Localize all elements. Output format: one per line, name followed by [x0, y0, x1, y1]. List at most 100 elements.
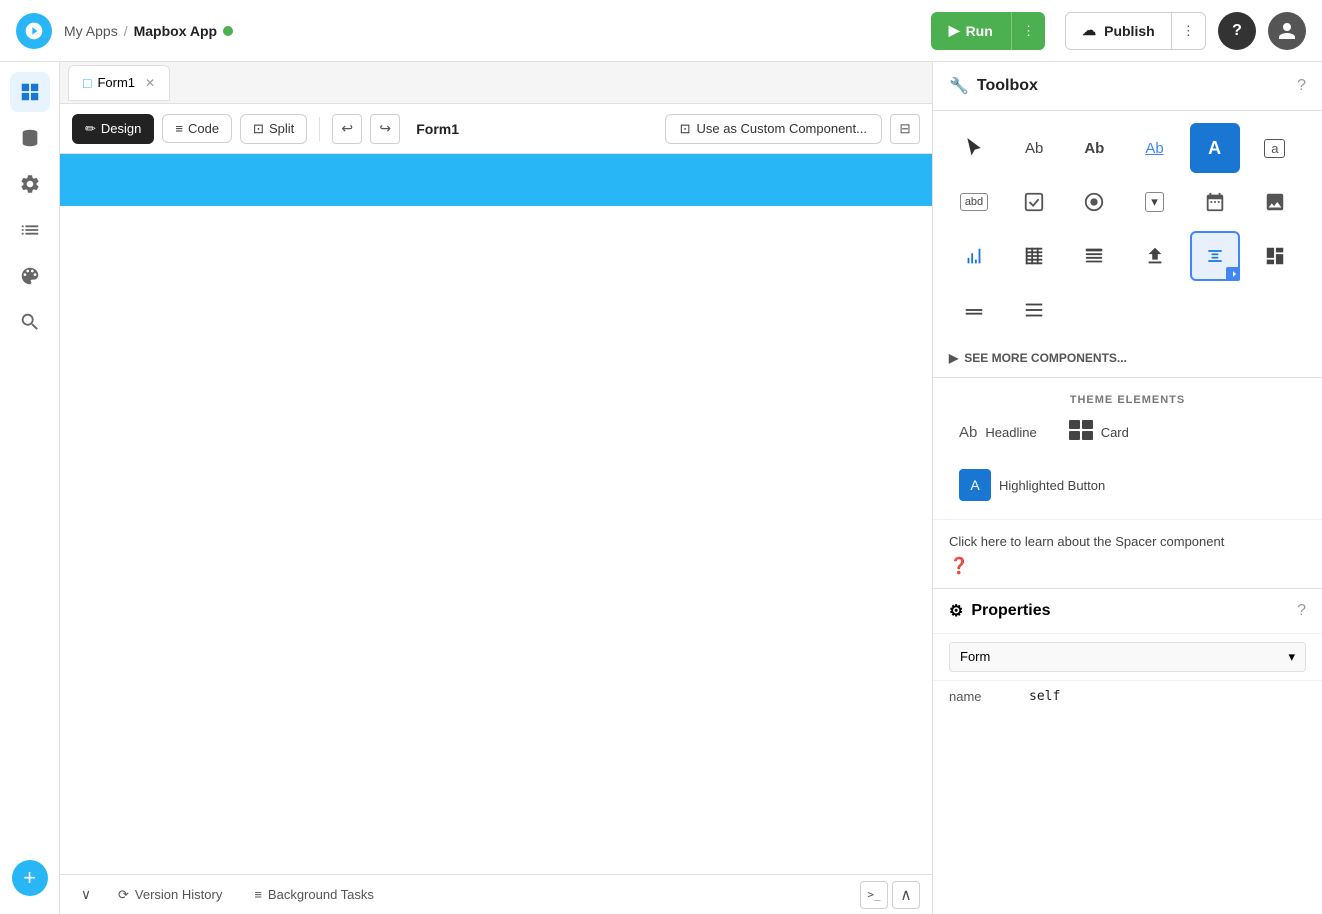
component-grid: Ab Ab Ab A a abd [933, 111, 1322, 347]
code-label: Code [188, 121, 219, 136]
form-selector-chevron: ▾ [1288, 649, 1295, 665]
sidebar-item-settings[interactable] [10, 164, 50, 204]
canvas-area[interactable] [60, 154, 932, 874]
component-text-link[interactable]: Ab [1130, 123, 1180, 173]
user-button[interactable] [1268, 12, 1306, 50]
component-spacer[interactable] [1190, 231, 1240, 281]
component-footer1[interactable] [949, 285, 999, 335]
component-text-bold[interactable]: Ab [1069, 123, 1119, 173]
component-dashboard[interactable] [1250, 231, 1300, 281]
name-property-label: name [949, 689, 1029, 704]
sidebar-item-database[interactable] [10, 118, 50, 158]
split-mode-button[interactable]: ⊡ Split [240, 114, 307, 144]
component-input[interactable]: abd [949, 177, 999, 227]
form-selector-label: Form [960, 649, 990, 664]
component-upload[interactable] [1130, 231, 1180, 281]
run-more-button[interactable]: ⋮ [1011, 12, 1045, 50]
sidebar-item-list[interactable] [10, 210, 50, 250]
wrench-icon: 🔧 [949, 76, 969, 96]
component-table-grid[interactable] [1009, 231, 1059, 281]
run-button[interactable]: ▶ Run [931, 12, 1011, 50]
split-label: Split [269, 121, 294, 136]
version-history-label: Version History [135, 887, 222, 902]
help-button[interactable]: ? [1218, 12, 1256, 50]
properties-help-icon[interactable]: ? [1297, 602, 1306, 620]
tab-form1[interactable]: □ Form1 ✕ [68, 65, 170, 101]
component-cursor[interactable] [949, 123, 999, 173]
canvas-blue-bar [60, 154, 932, 206]
highlighted-button-icon: A [959, 469, 991, 501]
undo-button[interactable]: ↩ [332, 114, 362, 144]
sidebar-item-theme[interactable] [10, 256, 50, 296]
toolbox-title: 🔧 Toolbox [949, 76, 1038, 96]
see-more-label: SEE MORE COMPONENTS... [964, 351, 1127, 365]
top-nav: My Apps / Mapbox App ▶ Run ⋮ ☁ Publish ⋮… [0, 0, 1322, 62]
add-button[interactable]: + [12, 860, 48, 896]
tab-close-icon[interactable]: ✕ [145, 76, 155, 90]
custom-component-label: Use as Custom Component... [696, 121, 867, 136]
component-table-list[interactable] [1069, 231, 1119, 281]
publish-button[interactable]: ☁ Publish [1065, 12, 1172, 50]
run-play-icon: ▶ [949, 22, 960, 39]
redo-button[interactable]: ↪ [370, 114, 400, 144]
info-section: Click here to learn about the Spacer com… [933, 519, 1322, 588]
properties-header: ⚙ Properties ? [933, 588, 1322, 633]
theme-item-highlighted-button[interactable]: A Highlighted Button [949, 463, 1115, 507]
sidebar-item-search[interactable] [10, 302, 50, 342]
toolbox-help-icon[interactable]: ? [1297, 77, 1306, 95]
tab-form1-label: Form1 [97, 75, 135, 90]
publish-more-button[interactable]: ⋮ [1172, 12, 1206, 50]
right-panel: 🔧 Toolbox ? Ab Ab Ab A [932, 62, 1322, 914]
main-layout: + □ Form1 ✕ ✏ Design ≡ Code ⊡ Split [0, 62, 1322, 914]
theme-section: THEME ELEMENTS Ab Headline Card A Highli… [933, 377, 1322, 519]
expand-button[interactable]: ∧ [892, 881, 920, 909]
headline-label: Headline [985, 425, 1036, 440]
toolbox-title-text: Toolbox [977, 77, 1038, 95]
version-history-tab[interactable]: ⟳ Version History [104, 881, 236, 909]
publish-button-group: ☁ Publish ⋮ [1065, 12, 1206, 50]
component-image[interactable] [1250, 177, 1300, 227]
component-button-outline[interactable]: a [1250, 123, 1300, 173]
component-button-filled[interactable]: A [1190, 123, 1240, 173]
center-area: □ Form1 ✕ ✏ Design ≡ Code ⊡ Split ↩ ↪ Fo… [60, 62, 932, 914]
publish-label: Publish [1104, 23, 1155, 39]
publish-cloud-icon: ☁ [1082, 22, 1096, 39]
design-icon: ✏ [85, 121, 96, 137]
name-property-row: name self [933, 680, 1322, 712]
app-logo[interactable] [16, 13, 52, 49]
highlighted-button-label: Highlighted Button [999, 478, 1105, 493]
properties-sliders-icon: ⚙ [949, 601, 963, 621]
component-footer2[interactable] [1009, 285, 1059, 335]
see-more-components[interactable]: ▶ SEE MORE COMPONENTS... [933, 347, 1322, 377]
run-button-group: ▶ Run ⋮ [931, 12, 1045, 50]
component-select[interactable]: ▾ [1130, 177, 1180, 227]
terminal-button[interactable]: >_ [860, 881, 888, 909]
code-mode-button[interactable]: ≡ Code [162, 114, 232, 143]
status-dot [223, 26, 233, 36]
background-tasks-tab[interactable]: ≡ Background Tasks [240, 881, 388, 908]
properties-title: ⚙ Properties [949, 601, 1050, 621]
editor-toolbar: ✏ Design ≡ Code ⊡ Split ↩ ↪ Form1 ⊡ Use … [60, 104, 932, 154]
layout-toggle-button[interactable]: ⊟ [890, 114, 920, 144]
run-more-icon: ⋮ [1022, 23, 1035, 39]
component-radio[interactable] [1069, 177, 1119, 227]
collapse-button[interactable]: ∨ [72, 881, 100, 909]
run-label: Run [966, 23, 993, 39]
custom-component-button[interactable]: ⊡ Use as Custom Component... [665, 114, 882, 144]
theme-item-card[interactable]: Card [1059, 414, 1139, 451]
form-title: Form1 [416, 121, 459, 137]
custom-component-icon: ⊡ [680, 121, 691, 137]
form-selector[interactable]: Form ▾ [949, 642, 1306, 672]
theme-item-headline[interactable]: Ab Headline [949, 418, 1047, 447]
component-calendar[interactable] [1190, 177, 1240, 227]
spacer-info-text[interactable]: Click here to learn about the Spacer com… [949, 532, 1306, 552]
sidebar-item-pages[interactable] [10, 72, 50, 112]
component-checkbox[interactable] [1009, 177, 1059, 227]
component-text-normal[interactable]: Ab [1009, 123, 1059, 173]
info-help-icon[interactable]: ❓ [949, 556, 1306, 576]
breadcrumb: My Apps / Mapbox App [64, 23, 233, 39]
app-name: Mapbox App [134, 23, 217, 39]
my-apps-link[interactable]: My Apps [64, 23, 118, 39]
component-chart[interactable] [949, 231, 999, 281]
design-mode-button[interactable]: ✏ Design [72, 114, 154, 144]
